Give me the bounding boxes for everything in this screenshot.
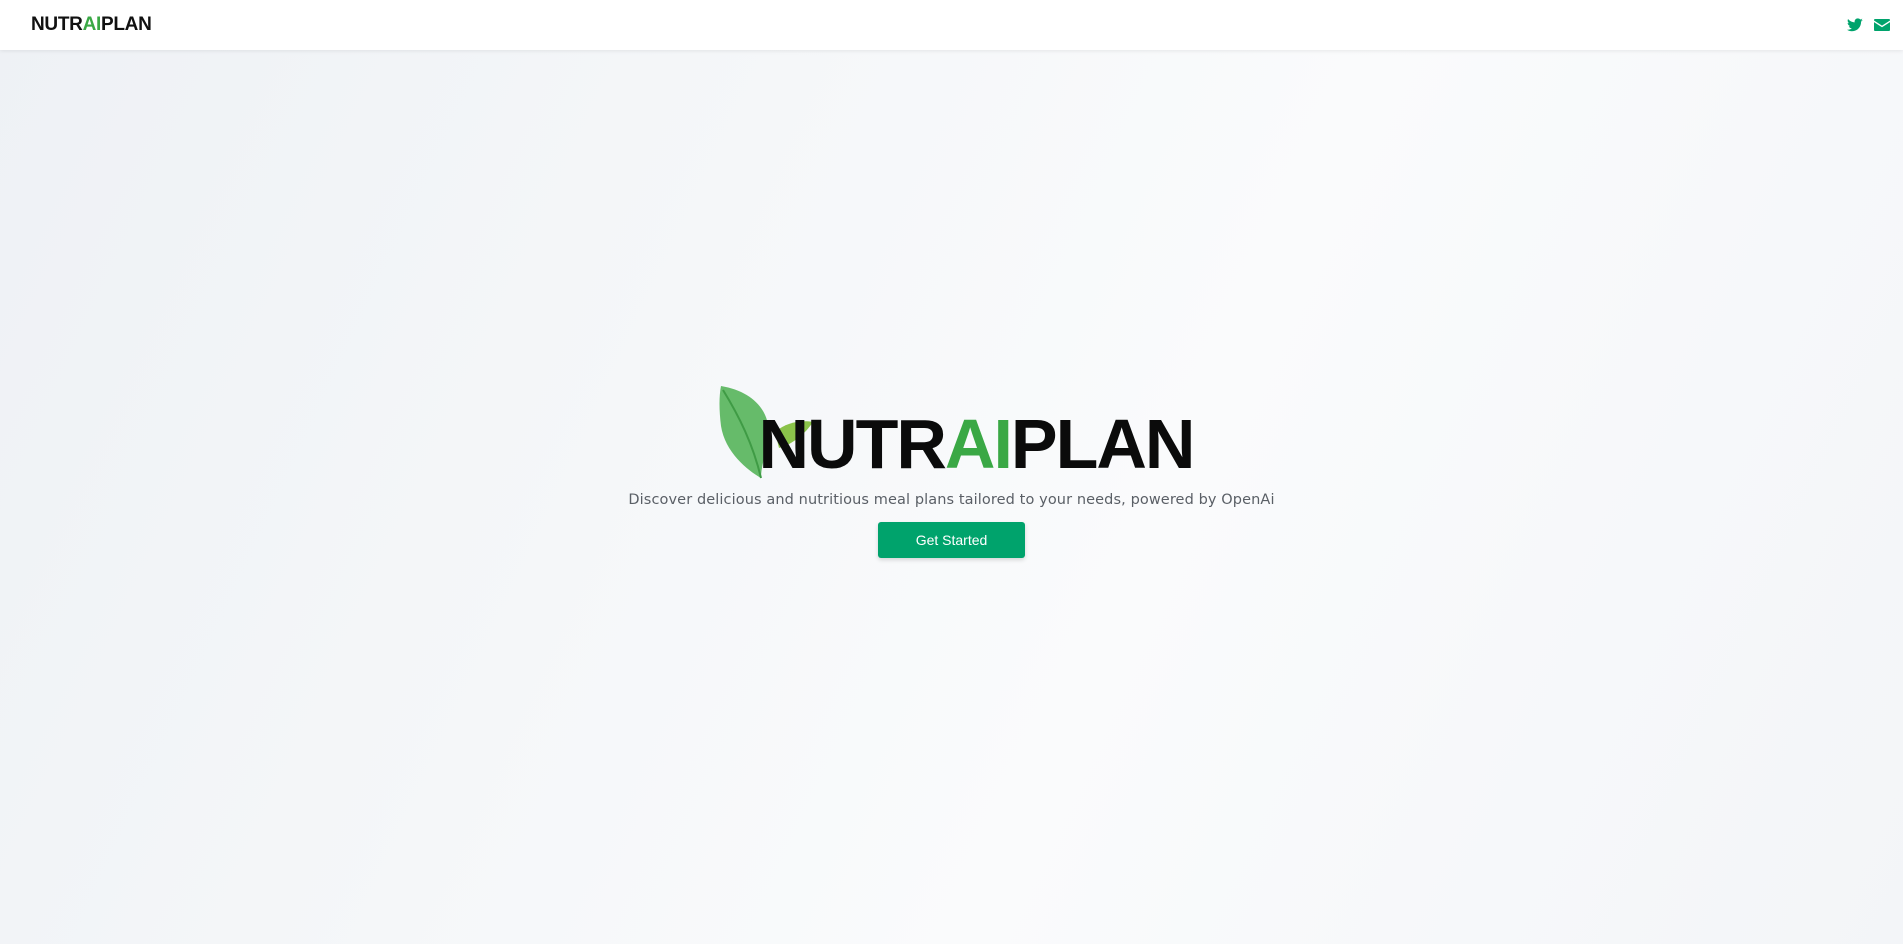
nav-logo-part1: NUTR — [31, 14, 83, 35]
hero-tagline: Discover delicious and nutritious meal p… — [628, 492, 1275, 508]
get-started-button[interactable]: Get Started — [878, 522, 1025, 558]
twitter-icon[interactable] — [1846, 16, 1864, 34]
hero-wordmark: NUTRAIPLAN — [758, 405, 1196, 483]
nav-logo-part3: PLAN — [100, 14, 152, 35]
social-links — [1846, 16, 1891, 34]
nav-logo-ai: AI — [82, 14, 102, 35]
hero-section: NUTRAIPLAN Discover delicious and nutrit… — [0, 50, 1903, 944]
nav-logo[interactable]: NUTRAIPLAN — [31, 14, 152, 36]
hero-logo-part3: PLAN — [1010, 405, 1196, 483]
mail-icon[interactable] — [1873, 16, 1891, 34]
hero-logo-ai: AI — [944, 405, 1013, 483]
hero-logo-part1: NUTR — [758, 405, 947, 483]
top-navbar: NUTRAIPLAN — [0, 0, 1903, 50]
hero-logo: NUTRAIPLAN — [717, 386, 1195, 482]
